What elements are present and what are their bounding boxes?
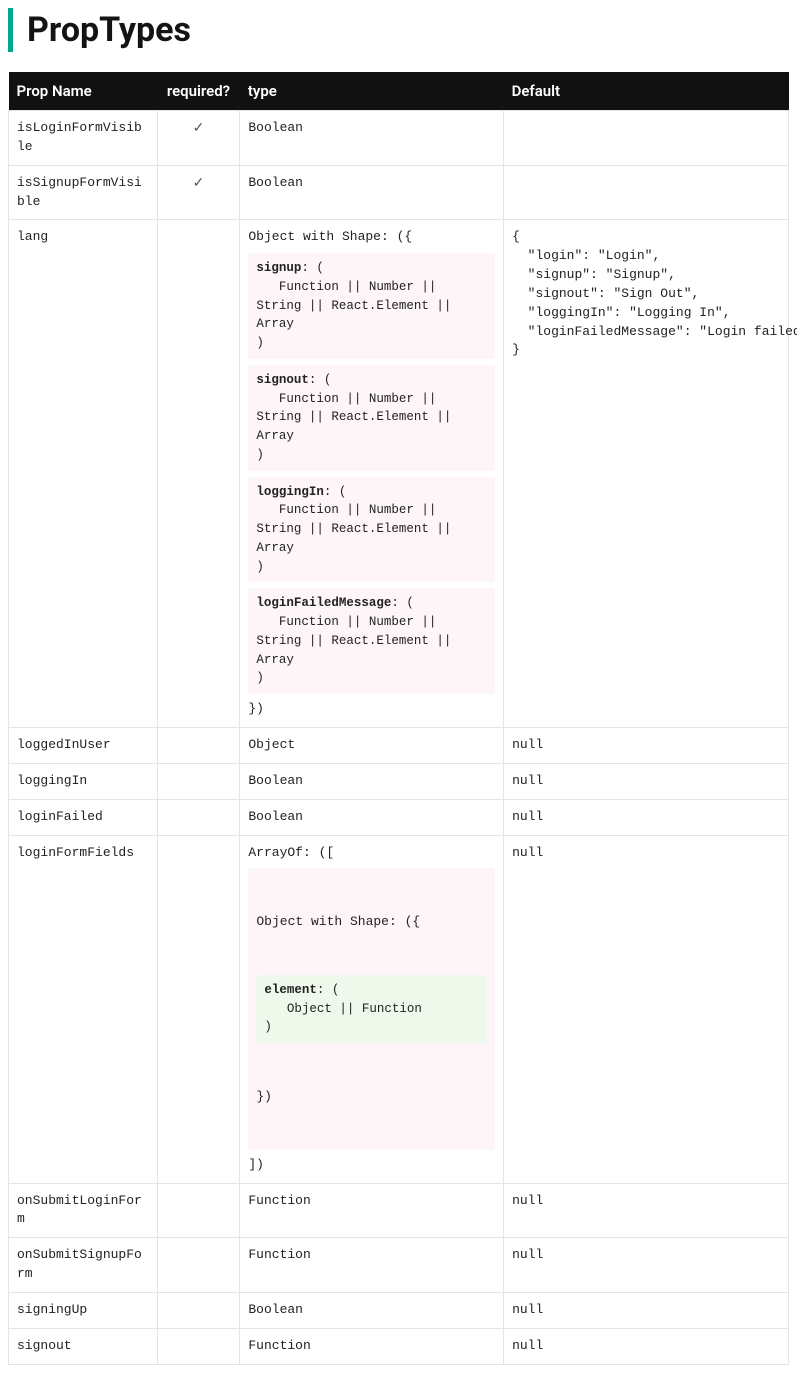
check-icon: ✓ <box>193 121 205 137</box>
shape-field-body: Object || Function ) <box>264 1002 422 1035</box>
prop-name: isLoginFormVisible <box>9 111 158 166</box>
prop-required <box>157 1328 240 1364</box>
prop-type: Boolean <box>240 763 504 799</box>
prop-default <box>504 111 789 166</box>
prop-required <box>157 1238 240 1293</box>
prop-type: Function <box>240 1328 504 1364</box>
prop-type: Function <box>240 1183 504 1238</box>
prop-required <box>157 799 240 835</box>
prop-name: loggingIn <box>9 763 158 799</box>
prop-default: null <box>504 1328 789 1364</box>
shape-field: loggingIn: ( Function || Number || Strin… <box>248 477 495 583</box>
prop-default: null <box>504 835 789 1183</box>
prop-default: null <box>504 1183 789 1238</box>
table-row: loginFailed Boolean null <box>9 799 789 835</box>
prop-name: loggedInUser <box>9 728 158 764</box>
prop-name: onSubmitSignupForm <box>9 1238 158 1293</box>
inner-shape-footer: }) <box>256 1087 487 1107</box>
prop-type: Function <box>240 1238 504 1293</box>
col-header-default: Default <box>504 72 789 111</box>
prop-required <box>157 220 240 728</box>
prop-required <box>157 835 240 1183</box>
default-json: { "login": "Login", "signup": "Signup", … <box>512 228 780 360</box>
table-row: onSubmitSignupForm Function null <box>9 1238 789 1293</box>
prop-default <box>504 165 789 220</box>
prop-default: null <box>504 799 789 835</box>
prop-name: isSignupFormVisible <box>9 165 158 220</box>
arrayof-header: ArrayOf: ([ <box>248 844 495 863</box>
check-icon: ✓ <box>193 176 205 192</box>
table-row: loginFormFields ArrayOf: ([ Object with … <box>9 835 789 1183</box>
shape-field-body: Function || Number || String || React.El… <box>256 615 459 685</box>
table-row: lang Object with Shape: ({ signup: ( Fun… <box>9 220 789 728</box>
col-header-type: type <box>240 72 504 111</box>
table-row: isSignupFormVisible ✓ Boolean <box>9 165 789 220</box>
prop-required <box>157 1292 240 1328</box>
page-title: PropTypes <box>8 8 789 52</box>
prop-required: ✓ <box>157 165 240 220</box>
prop-required <box>157 728 240 764</box>
prop-default: null <box>504 728 789 764</box>
table-row: loggedInUser Object null <box>9 728 789 764</box>
prop-name: signingUp <box>9 1292 158 1328</box>
shape-field-body: Function || Number || String || React.El… <box>256 392 459 462</box>
proptypes-table: Prop Name required? type Default isLogin… <box>8 72 789 1365</box>
arrayof-inner: Object with Shape: ({ element: ( Object … <box>248 868 495 1149</box>
shape-field: element: ( Object || Function ) <box>256 975 487 1043</box>
prop-default: { "login": "Login", "signup": "Signup", … <box>504 220 789 728</box>
prop-type: Boolean <box>240 1292 504 1328</box>
col-header-name: Prop Name <box>9 72 158 111</box>
prop-required <box>157 1183 240 1238</box>
prop-name: onSubmitLoginForm <box>9 1183 158 1238</box>
shape-key: signup <box>256 261 301 275</box>
prop-type: Boolean <box>240 165 504 220</box>
arrayof-footer: ]) <box>248 1156 495 1175</box>
table-row: onSubmitLoginForm Function null <box>9 1183 789 1238</box>
shape-footer: }) <box>248 700 495 719</box>
prop-name: loginFailed <box>9 799 158 835</box>
table-row: signout Function null <box>9 1328 789 1364</box>
prop-required: ✓ <box>157 111 240 166</box>
prop-required <box>157 763 240 799</box>
prop-type: Boolean <box>240 111 504 166</box>
shape-header: Object with Shape: ({ <box>248 228 495 247</box>
prop-name: lang <box>9 220 158 728</box>
col-header-required: required? <box>157 72 240 111</box>
table-row: signingUp Boolean null <box>9 1292 789 1328</box>
shape-field-body: Function || Number || String || React.El… <box>256 503 459 573</box>
table-header-row: Prop Name required? type Default <box>9 72 789 111</box>
shape-key: loggingIn <box>256 485 324 499</box>
inner-shape-header: Object with Shape: ({ <box>256 912 487 932</box>
shape-field: signout: ( Function || Number || String … <box>248 365 495 471</box>
prop-name: loginFormFields <box>9 835 158 1183</box>
shape-key: loginFailedMessage <box>256 596 391 610</box>
prop-type: Boolean <box>240 799 504 835</box>
prop-default: null <box>504 763 789 799</box>
table-row: loggingIn Boolean null <box>9 763 789 799</box>
prop-type: Object with Shape: ({ signup: ( Function… <box>240 220 504 728</box>
prop-default: null <box>504 1238 789 1293</box>
table-row: isLoginFormVisible ✓ Boolean <box>9 111 789 166</box>
prop-type: ArrayOf: ([ Object with Shape: ({ elemen… <box>240 835 504 1183</box>
prop-name: signout <box>9 1328 158 1364</box>
shape-key: element <box>264 983 317 997</box>
prop-default: null <box>504 1292 789 1328</box>
prop-type: Object <box>240 728 504 764</box>
shape-key: signout <box>256 373 309 387</box>
shape-field: signup: ( Function || Number || String |… <box>248 253 495 359</box>
shape-field-body: Function || Number || String || React.El… <box>256 280 459 350</box>
shape-field: loginFailedMessage: ( Function || Number… <box>248 588 495 694</box>
